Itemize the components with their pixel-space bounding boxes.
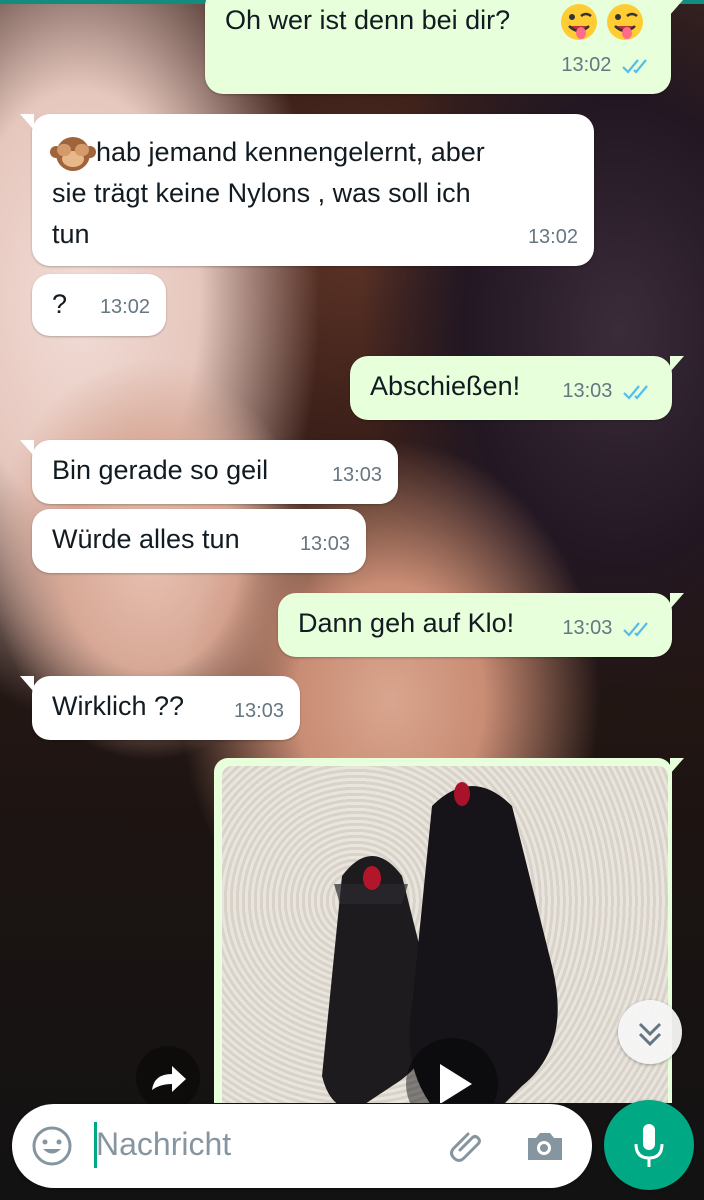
bubble-tail <box>670 356 684 372</box>
message-text-line: hab jemand kennengelernt, aber <box>96 137 485 167</box>
bubble-tail <box>20 114 34 130</box>
video-thumbnail[interactable] <box>222 766 668 1103</box>
message-text: Oh wer ist denn bei dir? <box>225 5 511 35</box>
paperclip-icon <box>450 1132 481 1162</box>
double-chevron-down-icon <box>638 1022 662 1047</box>
message-meta: 13:02 <box>561 45 655 86</box>
message-time: 13:02 <box>99 296 150 318</box>
read-ticks-icon <box>623 385 648 400</box>
message-text: Bin gerade so geil <box>52 455 269 485</box>
message-text: Abschießen! <box>370 371 521 401</box>
microphone-icon <box>634 1124 664 1167</box>
message-bubble-incoming[interactable]: ? 13:02 <box>32 274 166 336</box>
message-text-line: tun <box>52 219 90 249</box>
message-time: 13:03 <box>299 533 350 555</box>
message-text: ? <box>52 289 68 319</box>
message-text: Wirklich ?? <box>52 691 185 721</box>
message-meta: 13:03 <box>562 608 656 649</box>
camera-icon <box>528 1133 562 1160</box>
camera-button[interactable] <box>522 1124 566 1173</box>
message-meta: 13:03 <box>562 371 656 412</box>
message-time: 13:02 <box>561 54 612 76</box>
message-bubble-incoming[interactable]: Würde alles tun 13:03 <box>32 509 366 573</box>
message-text-line: sie trägt keine Nylons , was soll ich <box>52 178 471 208</box>
read-ticks-icon <box>623 622 648 637</box>
message-bubble-incoming[interactable]: hab jemand kennengelernt, aber sie trägt… <box>20 114 594 266</box>
bubble-tail <box>670 758 684 774</box>
forward-button[interactable] <box>136 1046 200 1110</box>
attach-button[interactable] <box>438 1122 486 1175</box>
play-button[interactable] <box>406 1038 498 1103</box>
message-time: 13:03 <box>562 617 613 639</box>
bubble-tail <box>669 0 683 16</box>
message-bubble-incoming[interactable]: Bin gerade so geil 13:03 <box>20 440 398 504</box>
message-bubble-outgoing[interactable]: Abschießen! 13:03 <box>350 356 684 420</box>
message-text: Dann geh auf Klo! <box>298 608 515 638</box>
message-time: 13:03 <box>562 380 613 402</box>
read-ticks-icon <box>622 59 647 74</box>
bubble-tail <box>20 676 34 692</box>
emoji-button[interactable] <box>30 1124 74 1173</box>
voice-message-button[interactable] <box>604 1100 694 1190</box>
scroll-to-bottom-button[interactable] <box>618 1000 682 1064</box>
message-text: Würde alles tun <box>52 524 240 554</box>
message-composer[interactable]: Nachricht <box>12 1104 592 1188</box>
forward-icon <box>152 1066 186 1092</box>
bubble-tail <box>20 440 34 456</box>
message-bubble-outgoing[interactable]: Dann geh auf Klo! 13:03 <box>278 593 684 657</box>
message-bubble-outgoing[interactable]: Oh wer ist denn bei dir? 13:02 <box>205 0 683 94</box>
message-time: 13:02 <box>527 226 578 248</box>
play-icon <box>440 1064 472 1103</box>
message-time: 13:03 <box>233 700 284 722</box>
bubble-tail <box>670 593 684 609</box>
message-input[interactable]: Nachricht <box>96 1126 231 1163</box>
message-bubble-incoming[interactable]: Wirklich ?? 13:03 <box>20 676 300 740</box>
emoji-icon <box>32 1126 72 1166</box>
message-time: 13:03 <box>331 464 382 486</box>
video-message[interactable] <box>214 758 684 1103</box>
